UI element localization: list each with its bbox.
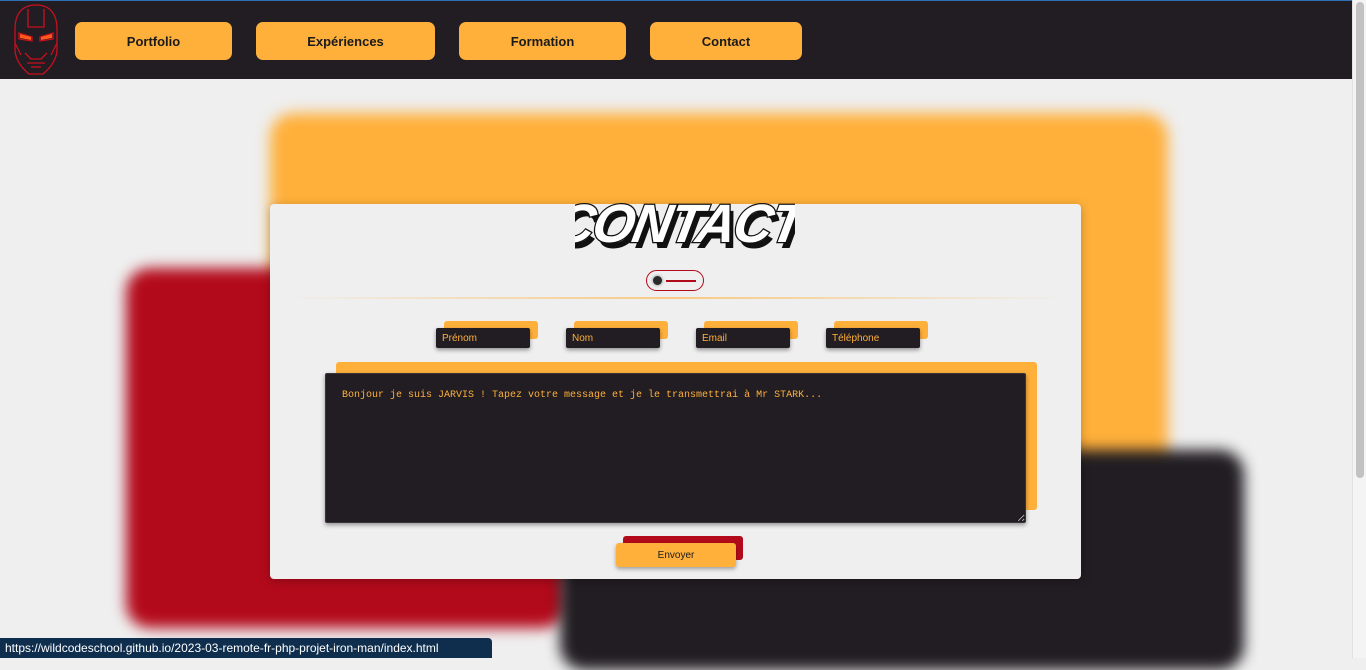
- toggle-line: [666, 280, 696, 282]
- toggle-knob: [653, 276, 662, 285]
- email-field[interactable]: [696, 328, 790, 348]
- contact-title: CONTACT CONTACT: [575, 192, 795, 260]
- firstname-field[interactable]: [436, 328, 530, 348]
- page-scrollbar[interactable]: [1352, 0, 1366, 658]
- send-button[interactable]: Envoyer: [616, 543, 736, 567]
- svg-text:CONTACT: CONTACT: [575, 193, 795, 254]
- scrollbar-thumb[interactable]: [1356, 2, 1364, 478]
- status-bar-url: https://wildcodeschool.github.io/2023-03…: [0, 638, 492, 658]
- divider: [285, 297, 1067, 299]
- iron-man-helmet-icon[interactable]: [11, 3, 61, 77]
- nav-formation-button[interactable]: Formation: [459, 22, 626, 60]
- top-nav-bar: Portfolio Expériences Formation Contact: [0, 0, 1352, 79]
- theme-toggle[interactable]: [646, 270, 704, 291]
- nav-contact-button[interactable]: Contact: [650, 22, 802, 60]
- message-textarea[interactable]: [325, 373, 1026, 523]
- nav-experiences-button[interactable]: Expériences: [256, 22, 435, 60]
- lastname-field[interactable]: [566, 328, 660, 348]
- phone-field[interactable]: [826, 328, 920, 348]
- nav-portfolio-button[interactable]: Portfolio: [75, 22, 232, 60]
